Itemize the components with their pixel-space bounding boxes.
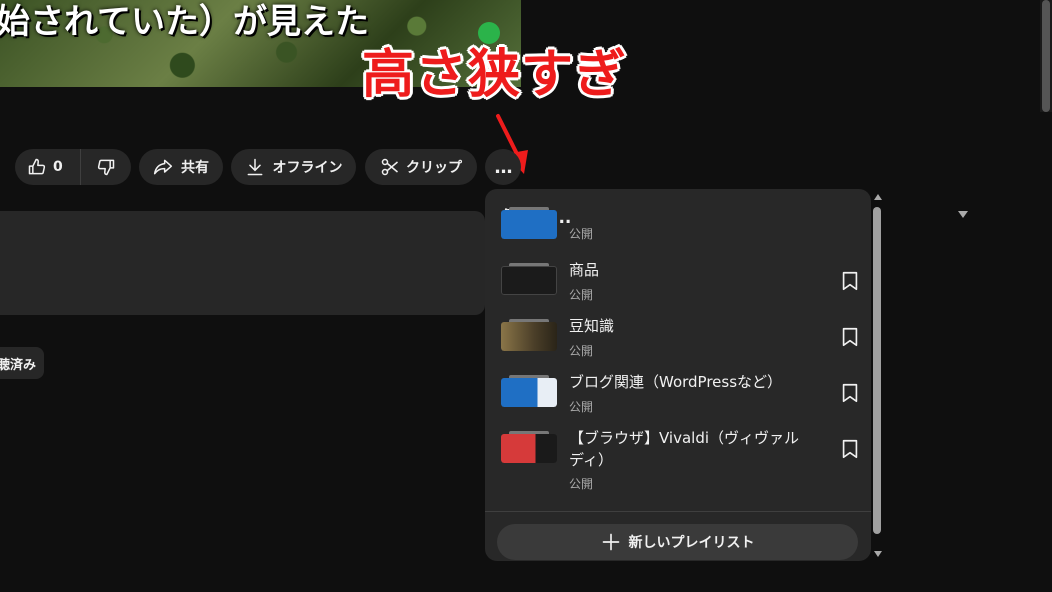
playlist-item[interactable]: 【ブラウザ】Vivaldi（ヴィヴァルディ） 公開 [485, 427, 871, 497]
more-dots-icon: … [494, 156, 513, 178]
caret-down-icon[interactable] [958, 211, 968, 218]
dislike-button[interactable] [81, 149, 131, 185]
playlist-item[interactable]: 豆知識 公開 [485, 315, 871, 365]
playlist-name: 商品 [569, 261, 600, 279]
playlist-item-partial[interactable]: 公開 [485, 207, 871, 243]
popup-scroll-down-icon[interactable] [874, 551, 882, 557]
bookmark-icon[interactable] [839, 270, 861, 292]
playlist-visibility: 公開 [569, 344, 594, 358]
playlist-item[interactable]: 商品 公開 [485, 259, 871, 309]
bookmark-icon[interactable] [839, 326, 861, 348]
watched-chip[interactable]: 聴済み [0, 347, 44, 379]
playlist-visibility: 公開 [569, 400, 594, 414]
playlist-thumbnail [501, 263, 557, 295]
save-to-playlist-popup: 保存先... 公開 商品 公開 豆知識 公開 ブログ関連（WordPres [485, 189, 871, 561]
like-count: 0 [53, 159, 63, 175]
like-button[interactable]: 0 [15, 149, 81, 185]
playlist-visibility: 公開 [569, 288, 594, 302]
playlist-name: 【ブラウザ】Vivaldi（ヴィヴァルディ） [569, 429, 800, 469]
offline-download-button[interactable]: オフライン [231, 149, 356, 185]
thumbs-down-icon [96, 157, 116, 177]
plus-icon [602, 533, 619, 551]
popup-scrollbar-thumb[interactable] [873, 207, 881, 534]
scissors-icon [380, 157, 400, 177]
playlist-thumbnail [501, 431, 557, 463]
playlist-visibility: 公開 [569, 477, 594, 491]
playlist-name: ブログ関連（WordPressなど） [569, 373, 783, 391]
new-playlist-button[interactable]: 新しいプレイリスト [497, 524, 858, 560]
new-playlist-label: 新しいプレイリスト [628, 535, 755, 551]
more-actions-button[interactable]: … [485, 149, 521, 185]
playlist-name: 豆知識 [569, 317, 615, 335]
bookmark-icon[interactable] [839, 438, 861, 460]
playlist-item[interactable]: ブログ関連（WordPressなど） 公開 [485, 371, 871, 421]
page-scrollbar-thumb[interactable] [1042, 0, 1050, 112]
download-icon [245, 157, 265, 177]
playlist-thumbnail [501, 319, 557, 351]
popup-scroll-up-icon[interactable] [874, 194, 882, 200]
annotation-text: 高さ狭すぎ [362, 45, 628, 105]
video-caption: 始されていた）が見えた [0, 2, 369, 42]
playlist-thumbnail [501, 375, 557, 407]
popup-divider [485, 511, 871, 512]
thumbs-up-icon [27, 157, 47, 177]
share-label: 共有 [181, 160, 209, 176]
bookmark-icon[interactable] [839, 382, 861, 404]
share-button[interactable]: 共有 [139, 149, 223, 185]
share-arrow-icon [153, 157, 173, 177]
playlist-thumbnail [501, 207, 557, 239]
playlist-visibility: 公開 [569, 227, 594, 241]
like-dislike-group: 0 [15, 149, 131, 185]
clip-label: クリップ [406, 160, 462, 176]
description-box[interactable] [0, 211, 485, 315]
clip-button[interactable]: クリップ [365, 149, 477, 185]
offline-label: オフライン [272, 160, 343, 176]
